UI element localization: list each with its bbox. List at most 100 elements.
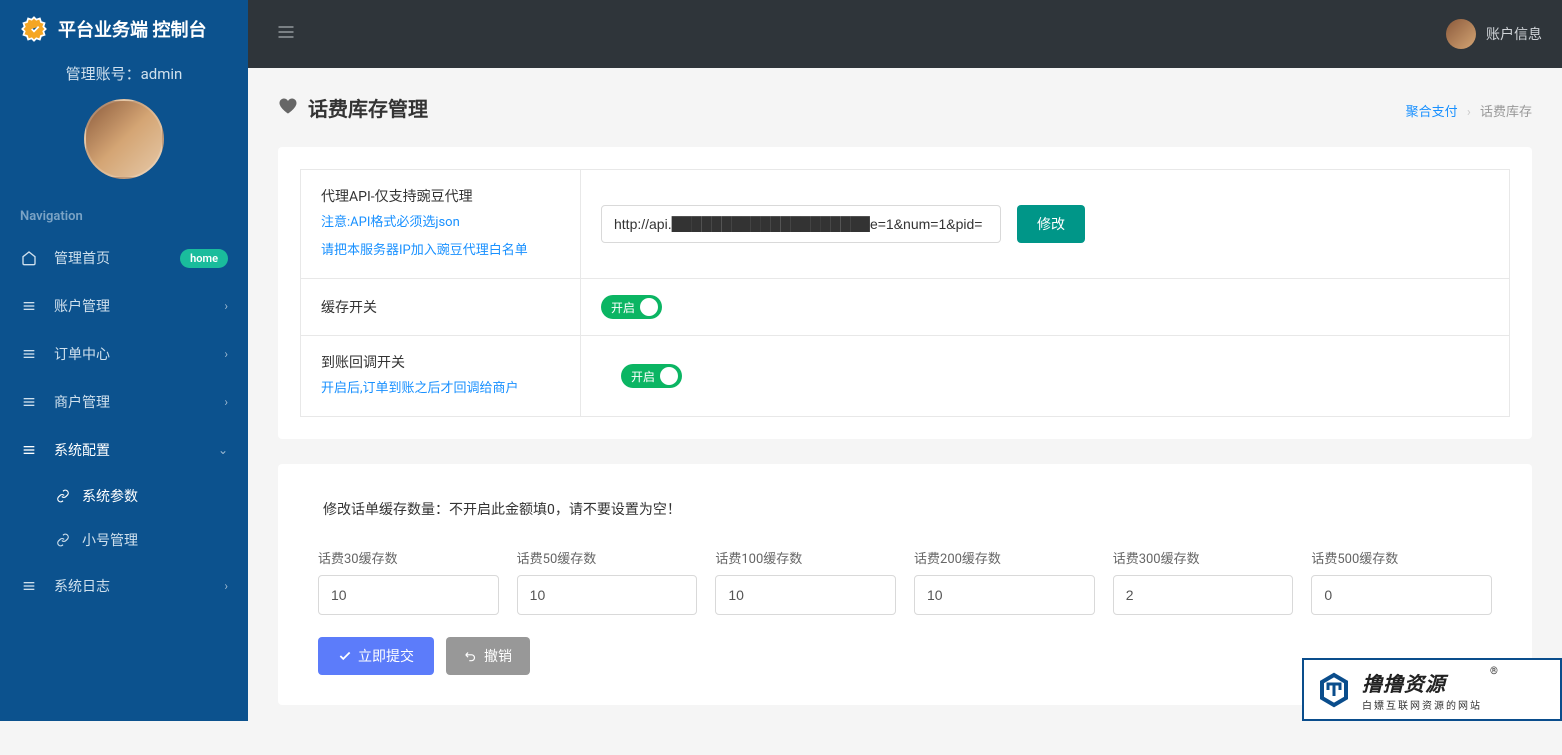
callback-switch-note: 开启后,订单到账之后才回调给商户 xyxy=(321,378,560,400)
cache-label-50: 话费50缓存数 xyxy=(517,548,698,567)
toggle-knob xyxy=(660,367,678,385)
sub-label-system-params: 系统参数 xyxy=(82,486,138,506)
cache-field-50: 话费50缓存数 xyxy=(517,548,698,615)
sidebar: 平台业务端 控制台 管理账号：admin Navigation 管理首页 hom… xyxy=(0,0,248,721)
cache-input-500[interactable] xyxy=(1311,575,1492,615)
settings-row-callback-switch: 到账回调开关 开启后,订单到账之后才回调给商户 开启 xyxy=(301,336,1510,417)
watermark-registered: ® xyxy=(1490,666,1498,677)
list-icon xyxy=(20,394,38,410)
admin-account-label: 管理账号：admin xyxy=(0,58,248,94)
cache-field-500: 话费500缓存数 xyxy=(1311,548,1492,615)
settings-row-api: 代理API-仅支持豌豆代理 注意:API格式必须选json 请把本服务器IP加入… xyxy=(301,170,1510,279)
nav-label-system-config: 系统配置 xyxy=(54,440,218,460)
cache-field-100: 话费100缓存数 xyxy=(715,548,896,615)
cache-input-30[interactable] xyxy=(318,575,499,615)
cache-switch-toggle[interactable]: 开启 xyxy=(601,295,662,319)
nav-label-system-log: 系统日志 xyxy=(54,576,224,596)
api-label-cell: 代理API-仅支持豌豆代理 注意:API格式必须选json 请把本服务器IP加入… xyxy=(301,170,581,279)
nav-section-label: Navigation xyxy=(0,199,248,234)
nav-item-merchant[interactable]: 商户管理 › xyxy=(0,378,248,426)
cache-input-200[interactable] xyxy=(914,575,1095,615)
api-url-input[interactable] xyxy=(601,205,1001,243)
nav-label-home: 管理首页 xyxy=(54,248,180,268)
submit-button[interactable]: 立即提交 xyxy=(318,637,434,675)
content: 话费库存管理 聚合支付 › 话费库存 代理API-仅支持豌豆代理 注意:API格… xyxy=(248,68,1562,755)
cache-label-500: 话费500缓存数 xyxy=(1311,548,1492,567)
cache-label-300: 话费300缓存数 xyxy=(1113,548,1294,567)
watermark: 撸撸资源 白嫖互联网资源的网站 ® xyxy=(1302,658,1562,721)
cancel-button[interactable]: 撤销 xyxy=(446,637,530,675)
nav-label-order: 订单中心 xyxy=(54,344,224,364)
cancel-label: 撤销 xyxy=(484,646,512,666)
breadcrumb-sep: › xyxy=(1467,105,1471,120)
nav-label-merchant: 商户管理 xyxy=(54,392,224,412)
cache-input-100[interactable] xyxy=(715,575,896,615)
breadcrumb-current: 话费库存 xyxy=(1480,105,1532,120)
cache-label-100: 话费100缓存数 xyxy=(715,548,896,567)
cache-label-200: 话费200缓存数 xyxy=(914,548,1095,567)
sub-label-account-mgmt: 小号管理 xyxy=(82,530,138,550)
cache-field-200: 话费200缓存数 xyxy=(914,548,1095,615)
cache-instruction: 修改话单缓存数量：不开启此金额填0，请不要设置为空！ xyxy=(318,494,1492,524)
api-value-cell: 修改 xyxy=(581,170,1510,279)
modify-button[interactable]: 修改 xyxy=(1017,205,1085,243)
api-note2: 请把本服务器IP加入豌豆代理白名单 xyxy=(321,240,560,262)
watermark-logo-icon xyxy=(1314,670,1354,710)
nav-item-account[interactable]: 账户管理 › xyxy=(0,282,248,330)
callback-switch-label: 到账回调开关 xyxy=(321,352,560,372)
link-icon xyxy=(56,533,70,547)
menu-toggle-button[interactable] xyxy=(268,14,304,54)
settings-card: 代理API-仅支持豌豆代理 注意:API格式必须选json 请把本服务器IP加入… xyxy=(278,147,1532,439)
watermark-title: 撸撸资源 xyxy=(1362,668,1482,697)
nav-item-system-log[interactable]: 系统日志 › xyxy=(0,562,248,610)
badge-home: home xyxy=(180,249,228,268)
toggle-state-label: 开启 xyxy=(611,299,635,316)
toggle-knob xyxy=(640,298,658,316)
sidebar-avatar[interactable] xyxy=(84,99,164,179)
chevron-right-icon: › xyxy=(224,579,228,593)
nav-item-system-config[interactable]: 系统配置 ⌄ xyxy=(0,426,248,474)
user-avatar xyxy=(1446,19,1476,49)
cache-field-300: 话费300缓存数 xyxy=(1113,548,1294,615)
list-icon xyxy=(20,346,38,362)
settings-table: 代理API-仅支持豌豆代理 注意:API格式必须选json 请把本服务器IP加入… xyxy=(300,169,1510,417)
breadcrumb: 聚合支付 › 话费库存 xyxy=(1406,101,1532,120)
chevron-down-icon: ⌄ xyxy=(218,443,228,457)
list-icon xyxy=(20,442,38,458)
chevron-right-icon: › xyxy=(224,395,228,409)
heart-icon xyxy=(278,96,298,120)
cache-switch-label-cell: 缓存开关 xyxy=(301,279,581,336)
topbar: 账户信息 xyxy=(248,0,1562,68)
cache-grid: 话费30缓存数 话费50缓存数 话费100缓存数 话费200缓存数 话费300缓… xyxy=(318,548,1492,615)
link-icon xyxy=(56,489,70,503)
check-icon xyxy=(338,649,352,663)
api-title: 代理API-仅支持豌豆代理 xyxy=(321,186,560,206)
page-header: 话费库存管理 聚合支付 › 话费库存 xyxy=(278,93,1532,122)
logo-gear-icon xyxy=(20,15,48,43)
nav-item-order[interactable]: 订单中心 › xyxy=(0,330,248,378)
cache-input-50[interactable] xyxy=(517,575,698,615)
page-title-wrap: 话费库存管理 xyxy=(278,93,428,122)
settings-row-cache-switch: 缓存开关 开启 xyxy=(301,279,1510,336)
cache-input-300[interactable] xyxy=(1113,575,1294,615)
nav-item-home[interactable]: 管理首页 home xyxy=(0,234,248,282)
cache-label-30: 话费30缓存数 xyxy=(318,548,499,567)
sub-item-system-params[interactable]: 系统参数 xyxy=(0,474,248,518)
breadcrumb-parent[interactable]: 聚合支付 xyxy=(1406,105,1458,120)
home-icon xyxy=(20,250,38,266)
sub-item-account-mgmt[interactable]: 小号管理 xyxy=(0,518,248,562)
chevron-right-icon: › xyxy=(224,299,228,313)
nav-label-account: 账户管理 xyxy=(54,296,224,316)
avatar-wrap xyxy=(0,94,248,199)
list-icon xyxy=(20,298,38,314)
callback-switch-toggle[interactable]: 开启 xyxy=(621,364,682,388)
callback-switch-value-cell: 开启 xyxy=(581,336,1510,417)
callback-switch-label-cell: 到账回调开关 开启后,订单到账之后才回调给商户 xyxy=(301,336,581,417)
list-icon xyxy=(20,578,38,594)
cache-switch-label: 缓存开关 xyxy=(321,297,560,317)
api-note1: 注意:API格式必须选json xyxy=(321,212,560,234)
user-menu[interactable]: 账户信息 xyxy=(1446,19,1542,49)
submit-label: 立即提交 xyxy=(358,646,414,666)
page-title: 话费库存管理 xyxy=(308,93,428,122)
toggle-state-label: 开启 xyxy=(631,368,655,385)
